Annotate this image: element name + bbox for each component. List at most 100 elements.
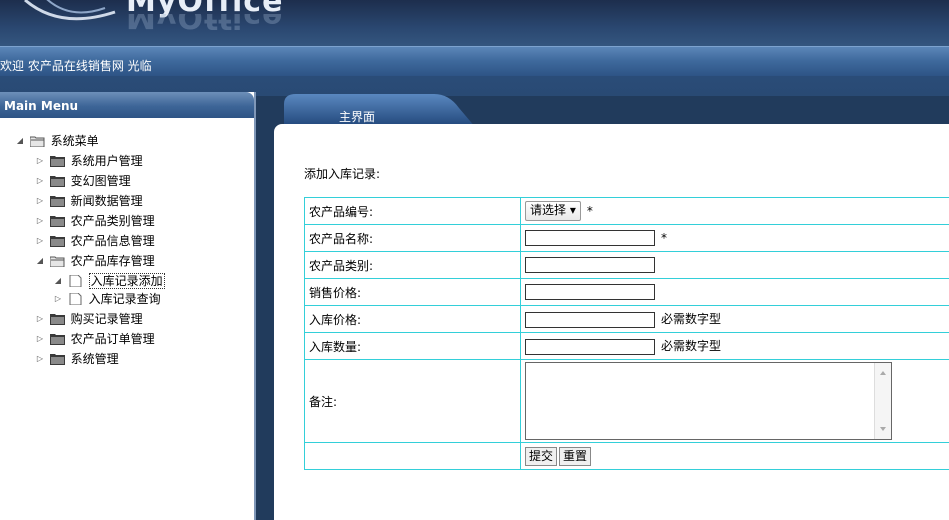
sidebar-item-label: 农产品库存管理 <box>70 254 155 268</box>
form-cell <box>520 251 949 279</box>
sidebar-item-label: 入库记录查询 <box>88 292 161 306</box>
required-mark: * <box>661 230 667 245</box>
folder-icon <box>49 215 65 227</box>
sidebar-item-system[interactable]: ▷ 系统管理 <box>34 350 119 368</box>
required-mark: * <box>586 203 593 218</box>
collapsed-arrow-icon[interactable]: ▷ <box>34 232 46 250</box>
form-cell: 提交 重置 <box>520 442 949 470</box>
sidebar-item-product-info[interactable]: ▷ 农产品信息管理 <box>34 232 155 250</box>
folder-open-icon <box>49 256 65 267</box>
form-row-buttons: 提交 重置 <box>304 442 949 470</box>
sidebar-item-inbound-add[interactable]: ◢ 入库记录添加 <box>52 272 165 290</box>
folder-icon <box>49 353 65 365</box>
product-name-input[interactable] <box>525 230 655 246</box>
sidebar-item-label: 变幻图管理 <box>70 174 131 188</box>
sidebar-item-label: 系统管理 <box>70 352 119 366</box>
scroll-down-icon[interactable] <box>880 427 886 431</box>
in-price-label: 入库价格: <box>304 305 521 333</box>
sidebar-item-inbound-query[interactable]: ▷ 入库记录查询 <box>52 290 161 308</box>
sidebar: Main Menu ◢ 系统菜单 ▷ 系统用户管理 ▷ 变幻图管理 ▷ 新闻数据… <box>0 92 254 520</box>
remark-label: 备注: <box>304 359 521 443</box>
in-qty-label: 入库数量: <box>304 332 521 360</box>
form-title: 添加入库记录: <box>304 167 381 181</box>
scroll-up-icon[interactable] <box>880 371 886 375</box>
sidebar-item-label: 农产品信息管理 <box>70 234 155 248</box>
collapsed-arrow-icon[interactable]: ▷ <box>52 290 64 308</box>
sidebar-item-slideshow[interactable]: ▷ 变幻图管理 <box>34 172 131 190</box>
form-cell <box>520 359 949 443</box>
folder-icon <box>49 195 65 207</box>
collapsed-arrow-icon[interactable]: ▷ <box>34 172 46 190</box>
folder-icon <box>49 175 65 187</box>
category-input[interactable] <box>525 257 655 273</box>
tab-main[interactable] <box>284 94 476 128</box>
sidebar-item-purchase[interactable]: ▷ 购买记录管理 <box>34 310 143 328</box>
product-id-label: 农产品编号: <box>304 197 521 225</box>
textarea-scrollbar[interactable] <box>874 363 891 439</box>
in-qty-input[interactable] <box>525 338 655 355</box>
reset-button[interactable]: 重置 <box>559 446 592 466</box>
form-cell: 请选择 ▾ * <box>520 197 949 225</box>
form-row-sale-price: 销售价格: <box>304 278 949 306</box>
sidebar-item-label: 新闻数据管理 <box>70 194 143 208</box>
folder-open-icon <box>29 136 45 147</box>
form-row-in-qty: 入库数量: 必需数字型 <box>304 332 949 360</box>
folder-icon <box>49 155 65 167</box>
product-name-label: 农产品名称: <box>304 224 521 252</box>
form-row-category: 农产品类别: <box>304 251 949 279</box>
sale-price-input[interactable] <box>525 284 655 300</box>
product-id-select[interactable]: 请选择 ▾ <box>525 201 581 221</box>
sidebar-item-label: 购买记录管理 <box>70 312 143 326</box>
sidebar-item-orders[interactable]: ▷ 农产品订单管理 <box>34 330 155 348</box>
collapsed-arrow-icon[interactable]: ▷ <box>34 350 46 368</box>
numeric-hint: 必需数字型 <box>661 312 722 327</box>
collapsed-arrow-icon[interactable]: ▷ <box>34 330 46 348</box>
expanded-arrow-icon[interactable]: ◢ <box>52 272 64 290</box>
form-cell <box>520 278 949 306</box>
numeric-hint: 必需数字型 <box>661 339 722 354</box>
sidebar-item-label: 入库记录添加 <box>88 273 165 289</box>
in-price-input[interactable] <box>525 311 655 328</box>
expanded-arrow-icon[interactable]: ◢ <box>34 252 46 270</box>
form-cell: * <box>520 224 949 252</box>
folder-icon <box>49 235 65 247</box>
sidebar-item-category[interactable]: ▷ 农产品类别管理 <box>34 212 155 230</box>
form-row-product-id: 农产品编号: 请选择 ▾ * <box>304 197 949 225</box>
document-icon <box>69 274 82 287</box>
tree-root[interactable]: ◢ 系统菜单 <box>14 132 99 150</box>
collapsed-arrow-icon[interactable]: ▷ <box>34 310 46 328</box>
sidebar-item-label: 农产品类别管理 <box>70 214 155 228</box>
inbound-form-table: 农产品编号: 请选择 ▾ * 农产品名称: * 农产品类别: 销售价格: 入库价… <box>304 197 949 470</box>
sidebar-header: Main Menu <box>0 92 254 118</box>
collapsed-arrow-icon[interactable]: ▷ <box>34 192 46 210</box>
submit-button[interactable]: 提交 <box>525 446 558 466</box>
folder-icon <box>49 313 65 325</box>
welcome-bar: 欢迎 农产品在线销售网 光临 <box>0 46 949 77</box>
sidebar-item-label: 农产品订单管理 <box>70 332 155 346</box>
remark-textarea[interactable] <box>525 362 892 440</box>
welcome-text: 欢迎 农产品在线销售网 光临 <box>0 59 152 73</box>
form-cell: 必需数字型 <box>520 305 949 333</box>
sale-price-label: 销售价格: <box>304 278 521 306</box>
sidebar-item-news[interactable]: ▷ 新闻数据管理 <box>34 192 143 210</box>
sidebar-item-inventory[interactable]: ◢ 农产品库存管理 <box>34 252 155 270</box>
tree-root-label: 系统菜单 <box>50 134 99 148</box>
sidebar-title: Main Menu <box>4 99 79 113</box>
product-id-select-value: 请选择 <box>530 203 567 217</box>
form-row-remark: 备注: <box>304 359 949 443</box>
collapsed-arrow-icon[interactable]: ▷ <box>34 152 46 170</box>
document-icon <box>69 292 82 305</box>
app-header: MyOffice MyOffice <box>0 0 949 46</box>
form-row-in-price: 入库价格: 必需数字型 <box>304 305 949 333</box>
folder-icon <box>49 333 65 345</box>
logo-swoosh-icon <box>24 0 116 21</box>
form-cell: 必需数字型 <box>520 332 949 360</box>
sidebar-item-user-management[interactable]: ▷ 系统用户管理 <box>34 152 143 170</box>
sidebar-divider <box>254 92 256 520</box>
expanded-arrow-icon[interactable]: ◢ <box>14 132 26 150</box>
form-cell <box>304 442 521 470</box>
dropdown-arrow-icon: ▾ <box>569 203 576 217</box>
tab-main-label: 主界面 <box>339 110 376 124</box>
collapsed-arrow-icon[interactable]: ▷ <box>34 212 46 230</box>
category-label: 农产品类别: <box>304 251 521 279</box>
